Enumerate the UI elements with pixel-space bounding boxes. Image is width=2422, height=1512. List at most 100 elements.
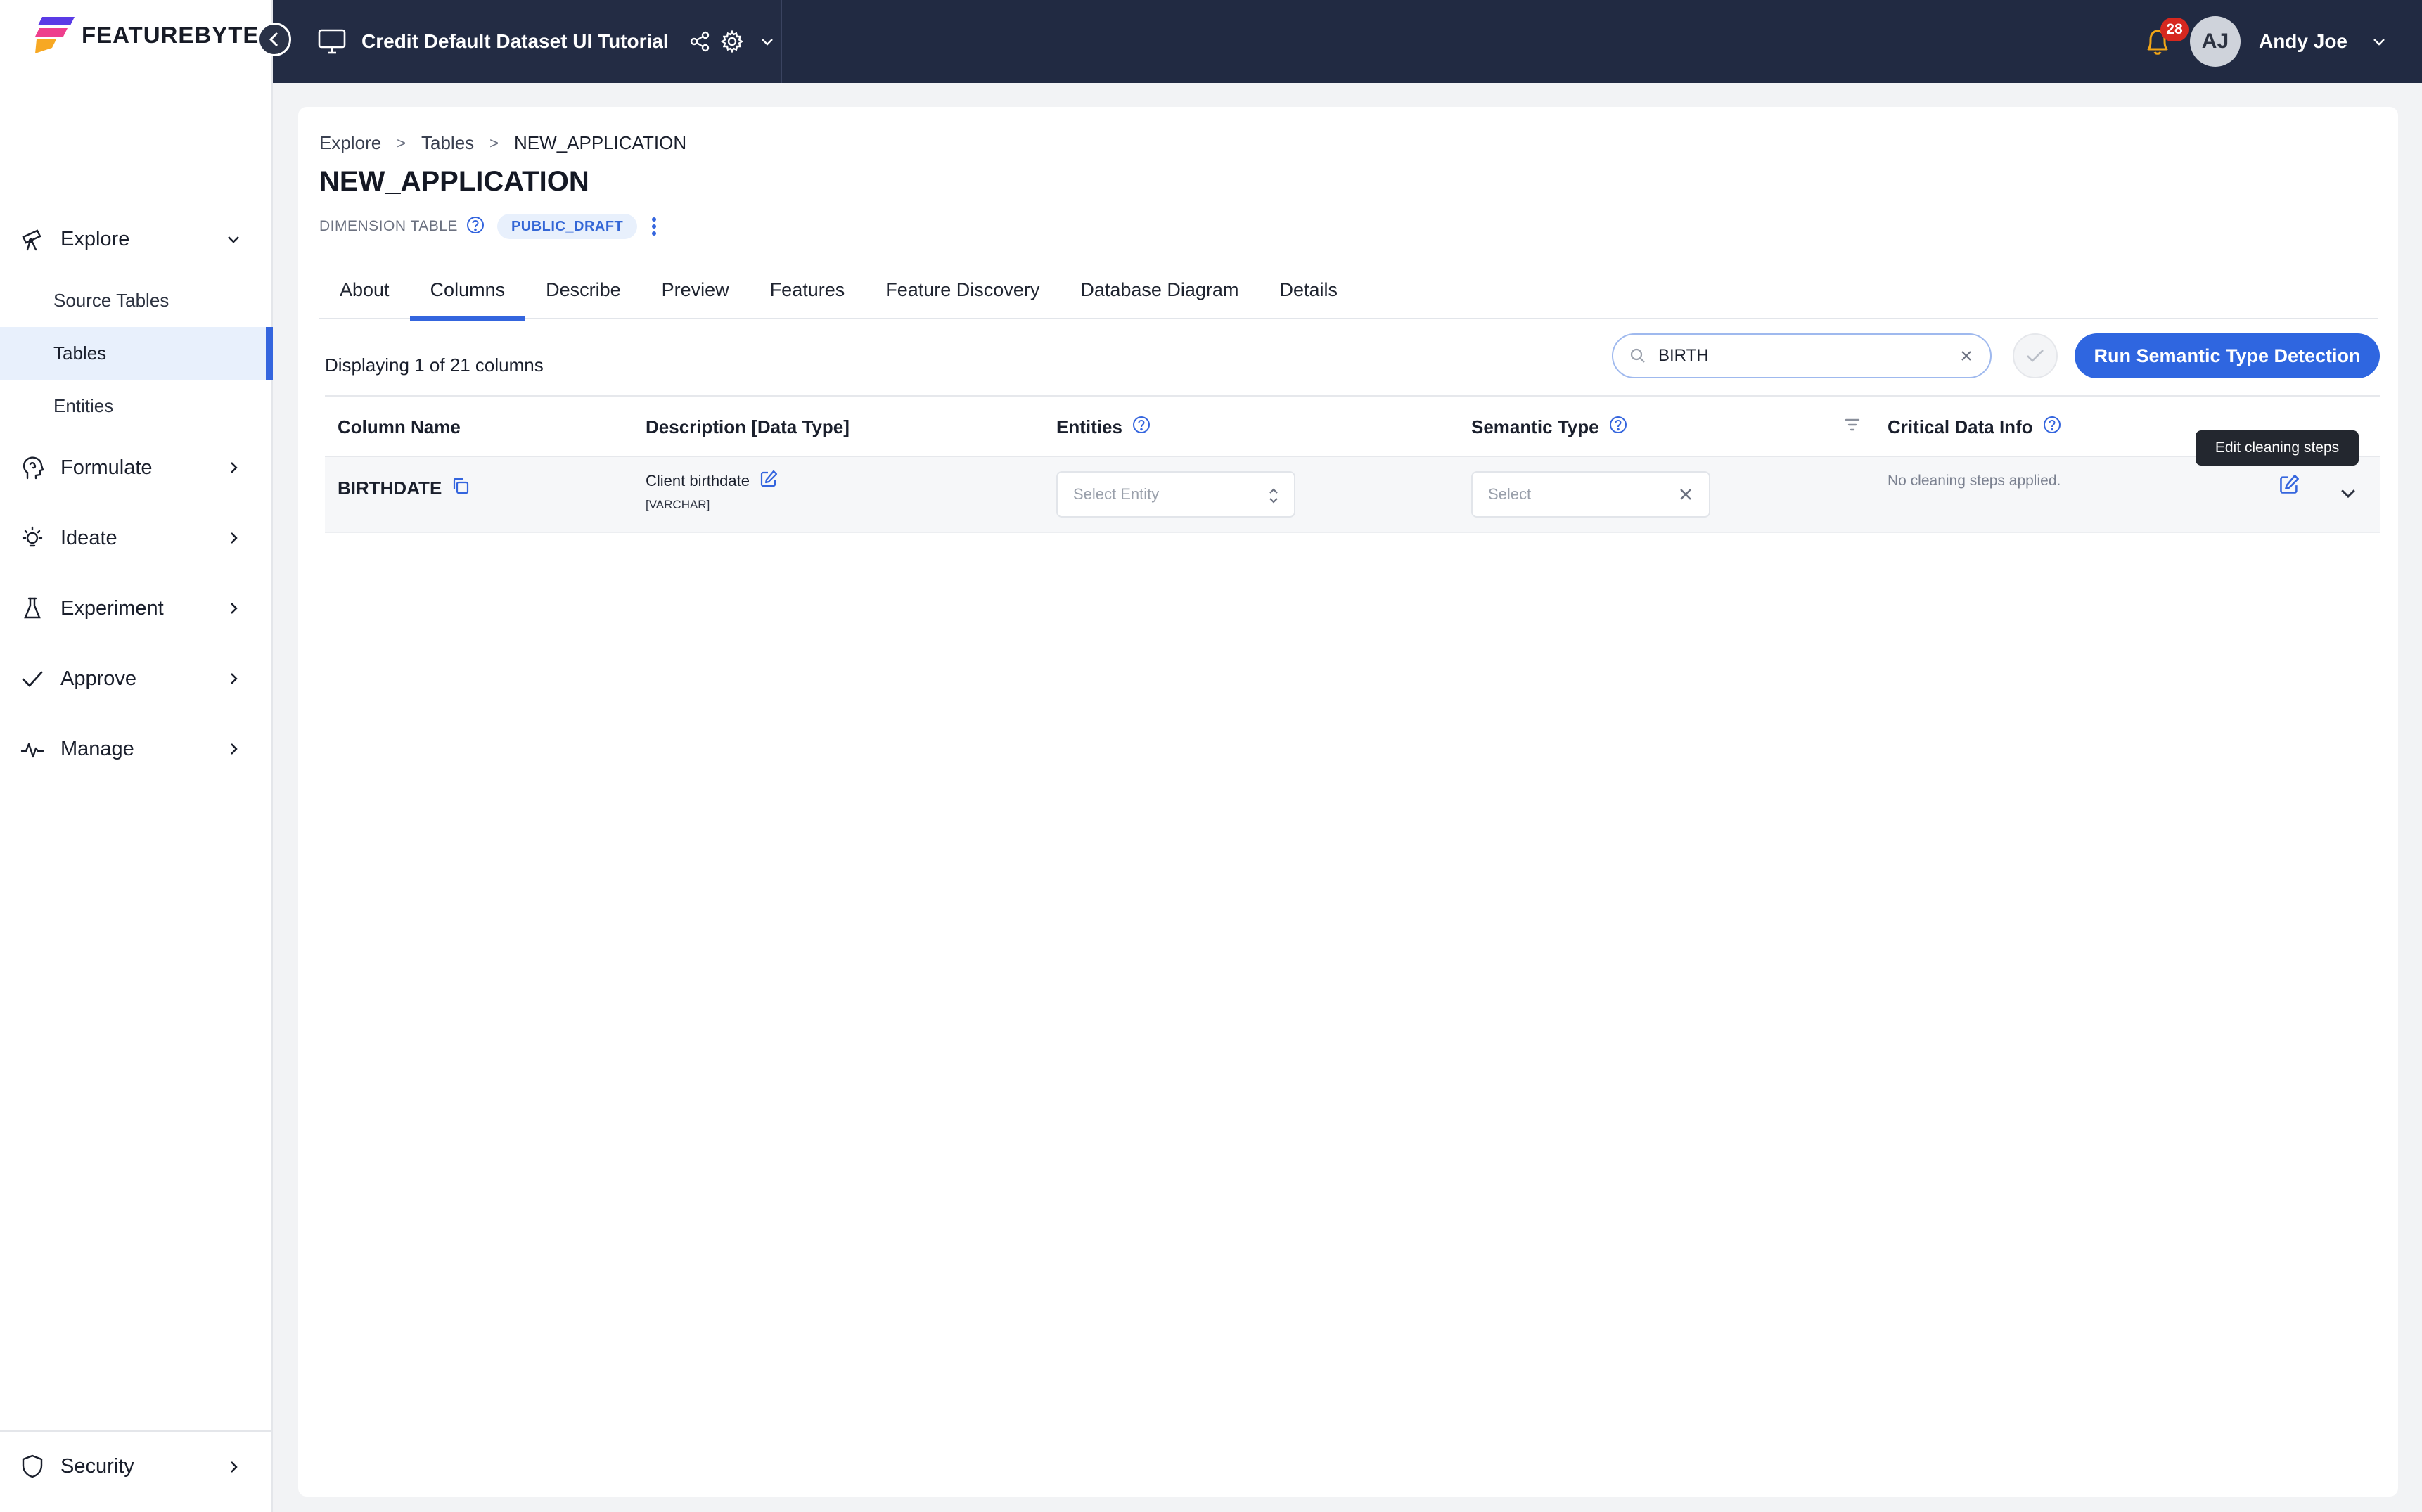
- notification-badge: 28: [2160, 18, 2189, 41]
- edit-description-icon[interactable]: [760, 470, 778, 492]
- tab-features[interactable]: Features: [750, 260, 866, 319]
- sidebar-subitem-source-tables[interactable]: Source Tables: [0, 274, 273, 327]
- tab-database-diagram[interactable]: Database Diagram: [1060, 260, 1259, 319]
- user-name[interactable]: Andy Joe: [2259, 30, 2347, 53]
- search-box[interactable]: [1612, 333, 1992, 378]
- breadcrumb-separator: >: [489, 134, 499, 152]
- sidebar-subitem-tables[interactable]: Tables: [0, 327, 273, 380]
- tab-about[interactable]: About: [319, 260, 410, 319]
- entity-select[interactable]: Select Entity: [1056, 471, 1295, 518]
- copy-icon[interactable]: [451, 477, 470, 500]
- sidebar-item-label: Manage: [60, 737, 134, 760]
- help-icon[interactable]: [1132, 416, 1151, 439]
- tab-describe[interactable]: Describe: [525, 260, 641, 319]
- head-icon: [20, 455, 45, 480]
- breadcrumb-current: NEW_APPLICATION: [514, 132, 687, 153]
- chevron-right-icon: [224, 739, 243, 759]
- check-icon: [20, 666, 45, 691]
- breadcrumb-explore[interactable]: Explore: [319, 132, 381, 154]
- featurebyte-logo[interactable]: FEATUREBYTE: [35, 17, 259, 53]
- help-icon[interactable]: [1609, 416, 1627, 439]
- confirm-button[interactable]: [2013, 333, 2058, 378]
- shield-icon: [20, 1454, 45, 1479]
- column-count: Displaying 1 of 21 columns: [325, 354, 544, 376]
- column-description: Client birthdate: [646, 472, 750, 489]
- chevron-right-icon: [224, 669, 243, 688]
- collapse-sidebar-button[interactable]: [257, 23, 291, 56]
- featurebyte-logo-icon: [35, 17, 75, 53]
- sidebar-item-explore[interactable]: Explore: [0, 204, 273, 274]
- header-label: Description [Data Type]: [646, 416, 850, 437]
- sidebar: FEATUREBYTE Explore Source Tables Tables…: [0, 0, 273, 1512]
- header-semantic-type: Semantic Type: [1471, 397, 1627, 457]
- chevron-down-icon[interactable]: [2369, 31, 2390, 52]
- chevron-up-down-icon: [1267, 487, 1280, 509]
- header-description: Description [Data Type]: [646, 397, 850, 457]
- lightbulb-icon: [20, 525, 45, 551]
- search-input[interactable]: [1658, 346, 1940, 366]
- share-icon[interactable]: [688, 30, 711, 53]
- edit-cleaning-steps-icon[interactable]: [2279, 474, 2301, 496]
- more-vertical-icon[interactable]: [647, 214, 661, 239]
- entity-select-placeholder: Select Entity: [1073, 485, 1160, 503]
- tab-feature-discovery[interactable]: Feature Discovery: [865, 260, 1060, 319]
- semantic-select-placeholder: Select: [1488, 485, 1532, 503]
- header-critical-data-info: Critical Data Info: [1888, 397, 2061, 457]
- brand-name: FEATUREBYTE: [82, 22, 260, 48]
- header-label: Column Name: [338, 416, 461, 437]
- user-area: 28 AJ Andy Joe: [2139, 0, 2422, 83]
- help-icon[interactable]: [466, 216, 485, 238]
- clear-icon[interactable]: [1678, 487, 1693, 506]
- avatar[interactable]: AJ: [2189, 16, 2241, 67]
- project-title: Credit Default Dataset UI Tutorial: [361, 30, 669, 52]
- chevron-left-icon: [269, 32, 278, 47]
- clear-search-icon[interactable]: [1958, 347, 1975, 364]
- header-label: Critical Data Info: [1888, 416, 2033, 437]
- sidebar-item-ideate[interactable]: Ideate: [0, 503, 273, 573]
- help-icon[interactable]: [2043, 416, 2061, 439]
- sidebar-item-experiment[interactable]: Experiment: [0, 573, 273, 643]
- sidebar-item-label: Security: [60, 1454, 134, 1478]
- flask-icon: [20, 596, 45, 621]
- project-selector[interactable]: Credit Default Dataset UI Tutorial: [273, 0, 782, 83]
- critical-info-text: No cleaning steps applied.: [1888, 473, 2061, 489]
- table-meta: DIMENSION TABLE PUBLIC_DRAFT: [319, 214, 661, 239]
- sidebar-item-label: Approve: [60, 667, 137, 690]
- tab-columns[interactable]: Columns: [409, 260, 526, 321]
- chevron-right-icon: [224, 528, 243, 548]
- chevron-down-icon[interactable]: [756, 30, 778, 53]
- sidebar-nav: Explore Source Tables Tables Entities Fo…: [0, 204, 273, 784]
- sidebar-item-manage[interactable]: Manage: [0, 714, 273, 784]
- columns-table: Column Name Description [Data Type] Enti…: [325, 395, 2380, 533]
- chevron-down-icon[interactable]: [2338, 482, 2360, 505]
- sidebar-item-approve[interactable]: Approve: [0, 643, 273, 714]
- run-semantic-detection-button[interactable]: Run Semantic Type Detection: [2075, 333, 2380, 378]
- chevron-right-icon: [224, 598, 243, 618]
- sidebar-subitem-entities[interactable]: Entities: [0, 380, 273, 433]
- main-content: Explore > Tables > NEW_APPLICATION NEW_A…: [298, 107, 2398, 1497]
- tooltip: Edit cleaning steps: [2196, 430, 2359, 466]
- notifications-button[interactable]: 28: [2139, 18, 2189, 60]
- chevron-down-icon: [224, 229, 243, 249]
- table-header: Column Name Description [Data Type] Enti…: [325, 395, 2380, 457]
- gear-icon[interactable]: [720, 30, 743, 53]
- page-title: NEW_APPLICATION: [319, 166, 589, 197]
- pulse-icon: [20, 736, 45, 762]
- semantic-type-select[interactable]: Select: [1471, 471, 1710, 518]
- search-icon: [1630, 348, 1645, 363]
- column-name-cell: BIRTHDATE: [338, 477, 470, 500]
- telescope-icon: [20, 226, 45, 252]
- filter-icon[interactable]: [1844, 416, 1864, 436]
- breadcrumb-tables[interactable]: Tables: [421, 132, 474, 154]
- description-cell: Client birthdate [VARCHAR]: [646, 470, 778, 512]
- column-name: BIRTHDATE: [338, 478, 442, 499]
- tab-preview[interactable]: Preview: [641, 260, 750, 319]
- header-label: Entities: [1056, 416, 1122, 437]
- sidebar-item-security[interactable]: Security: [0, 1430, 273, 1501]
- sidebar-item-label: Experiment: [60, 596, 164, 620]
- tab-details[interactable]: Details: [1259, 260, 1358, 319]
- sidebar-item-formulate[interactable]: Formulate: [0, 433, 273, 503]
- header-column-name: Column Name: [338, 397, 461, 457]
- status-badge: PUBLIC_DRAFT: [496, 214, 638, 239]
- data-type: [VARCHAR]: [646, 498, 710, 511]
